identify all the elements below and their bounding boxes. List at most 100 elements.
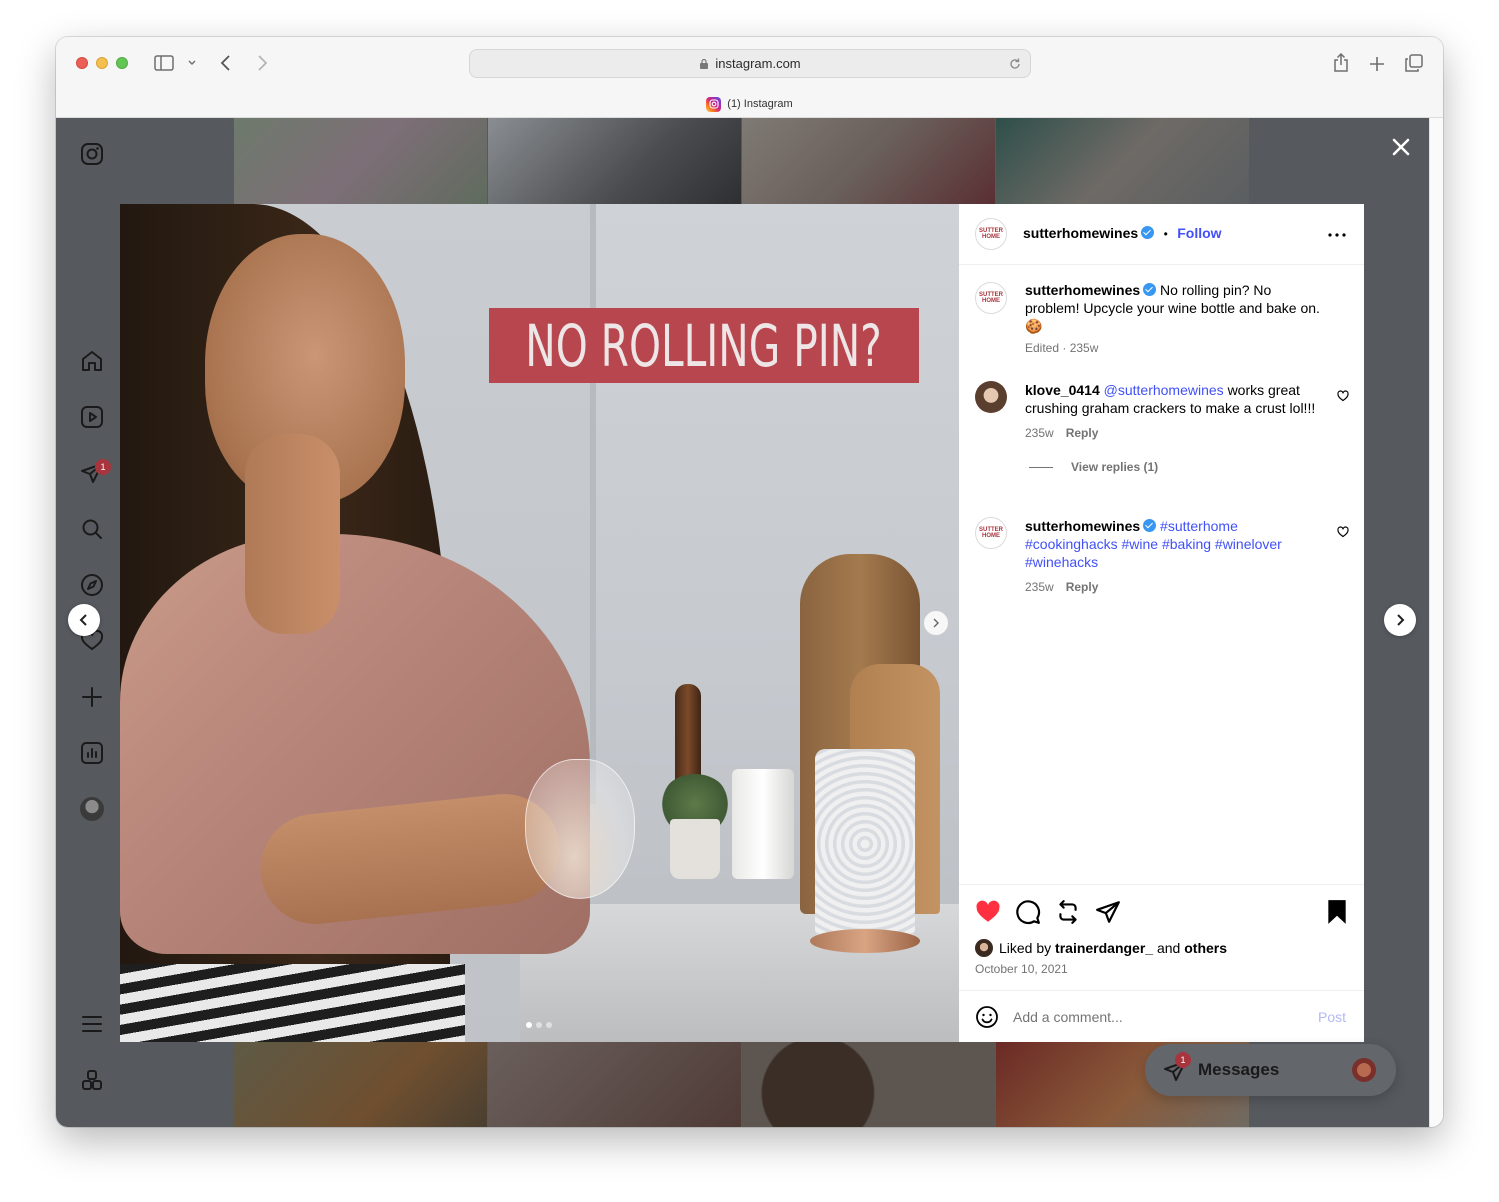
chevron-right-icon (933, 618, 939, 628)
grid-post-thumbnail[interactable] (488, 118, 741, 204)
saved-bookmark-icon[interactable] (1325, 899, 1349, 925)
caption-username[interactable]: sutterhomewines (1025, 282, 1140, 298)
follow-button[interactable]: Follow (1177, 225, 1221, 241)
instagram-logo-icon[interactable] (78, 140, 106, 168)
post-header: SUTTER HOME sutterhomewines • Follow (959, 204, 1364, 265)
reels-icon[interactable] (78, 403, 106, 431)
more-horizontal-icon (1328, 233, 1346, 237)
utensil-crock (732, 769, 794, 879)
grid-post-thumbnail[interactable] (234, 1042, 487, 1127)
search-icon[interactable] (78, 515, 106, 543)
close-window-button[interactable] (76, 57, 88, 69)
messages-widget-label: Messages (1198, 1060, 1280, 1079)
post-media[interactable]: NO ROLLING PIN? (120, 204, 959, 1042)
reload-icon[interactable] (1008, 57, 1022, 71)
likes-others-link[interactable]: others (1184, 940, 1227, 956)
author-username[interactable]: sutterhomewines (1023, 225, 1138, 241)
like-heart-icon[interactable] (975, 899, 1001, 925)
comment-mention[interactable]: @sutterhomewines (1104, 382, 1224, 398)
caption-meta: Edited · 235w (1025, 341, 1099, 355)
new-tab-icon[interactable] (1366, 53, 1388, 75)
messages-widget[interactable]: 1 Messages (1145, 1044, 1396, 1096)
instagram-favicon-icon (706, 96, 722, 112)
commenter-avatar[interactable]: SUTTER HOME (975, 517, 1007, 549)
more-menu-icon[interactable] (78, 1010, 106, 1038)
comment-input[interactable] (1013, 1005, 1293, 1029)
reply-button[interactable]: Reply (1066, 426, 1099, 440)
verified-badge-icon (1141, 226, 1155, 239)
zoom-window-button[interactable] (116, 57, 128, 69)
verified-badge-icon (1143, 283, 1157, 296)
share-icon[interactable] (1330, 51, 1352, 75)
forward-icon[interactable] (252, 53, 272, 73)
address-bar[interactable]: instagram.com (469, 49, 1031, 78)
author-avatar[interactable]: SUTTER HOME (975, 218, 1007, 250)
grid-post-thumbnail[interactable] (742, 118, 995, 204)
commenter-avatar[interactable] (975, 381, 1007, 413)
lock-icon (700, 58, 709, 69)
create-icon[interactable] (78, 683, 106, 711)
grid-post-thumbnail[interactable] (996, 118, 1249, 204)
comment-age: 235w (1025, 580, 1054, 594)
page-scrollbar[interactable] (1429, 118, 1443, 1127)
profile-avatar[interactable] (78, 795, 106, 823)
more-options-button[interactable] (1325, 223, 1349, 247)
close-icon (1392, 138, 1410, 156)
liker-avatar[interactable] (975, 939, 993, 957)
emoji-icon[interactable] (975, 1005, 999, 1029)
minimize-window-button[interactable] (96, 57, 108, 69)
glass-jar (815, 749, 915, 939)
tab-overview-icon[interactable] (1403, 52, 1425, 74)
wine-glass (525, 759, 635, 899)
sidebar-toggle-icon[interactable] (152, 53, 176, 73)
share-send-icon[interactable] (1095, 899, 1121, 925)
chevron-down-icon[interactable] (186, 57, 198, 69)
add-comment-bar: Post (959, 990, 1364, 1042)
carousel-dots (526, 1022, 552, 1028)
home-icon[interactable] (78, 347, 106, 375)
comment: klove_0414 @sutterhomewines works great … (1025, 381, 1325, 474)
grid-post-thumbnail[interactable] (234, 118, 487, 204)
comment-age: 235w (1025, 426, 1054, 440)
chevron-left-icon (79, 614, 87, 626)
carousel-dot (536, 1022, 542, 1028)
comment-username[interactable]: klove_0414 (1025, 382, 1100, 398)
post-comment-button[interactable]: Post (1318, 1009, 1346, 1025)
headline-banner: NO ROLLING PIN? (489, 308, 919, 383)
copper-lid (810, 929, 920, 953)
back-icon[interactable] (216, 53, 236, 73)
hand-on-chin (245, 434, 340, 634)
like-comment-heart-icon[interactable] (1337, 390, 1349, 402)
separator-dot: • (1163, 227, 1168, 241)
verified-badge-icon (1143, 519, 1157, 532)
previous-post-button[interactable] (68, 604, 100, 636)
tab-title: (1) Instagram (727, 98, 793, 110)
reply-button[interactable]: Reply (1066, 580, 1099, 594)
url-text: instagram.com (715, 56, 801, 71)
comment-icon[interactable] (1015, 899, 1041, 925)
next-post-button[interactable] (1384, 604, 1416, 636)
fridge-edge (590, 204, 596, 804)
browser-window: instagram.com (1) Instagram 1 NO ROLLING… (56, 37, 1443, 1127)
insights-icon[interactable] (78, 739, 106, 767)
comment-username[interactable]: sutterhomewines (1025, 518, 1140, 534)
caption-author-avatar[interactable]: SUTTER HOME (975, 282, 1007, 314)
repost-icon[interactable] (1055, 899, 1081, 925)
headline-text: NO ROLLING PIN? (525, 311, 883, 380)
grid-post-thumbnail[interactable] (742, 1042, 995, 1127)
like-comment-heart-icon[interactable] (1337, 526, 1349, 538)
next-media-button[interactable] (924, 611, 948, 635)
grid-post-thumbnail[interactable] (488, 1042, 741, 1127)
post-details-panel: SUTTER HOME sutterhomewines • Follow SUT… (959, 204, 1364, 1042)
close-modal-button[interactable] (1386, 132, 1416, 162)
chat-contact-avatar (1352, 1058, 1376, 1082)
caption: sutterhomewines No rolling pin? No probl… (1025, 281, 1325, 355)
liker-username[interactable]: trainerdanger_ (1055, 940, 1153, 956)
active-tab[interactable]: (1) Instagram (56, 95, 1443, 113)
liked-by: Liked by trainerdanger_ and others (975, 939, 1227, 957)
explore-icon[interactable] (78, 571, 106, 599)
messages-count-badge: 1 (95, 459, 111, 475)
view-replies-button[interactable]: View replies (1) (1025, 460, 1325, 474)
plant-pot (670, 819, 720, 879)
also-from-meta-icon[interactable] (78, 1066, 106, 1094)
